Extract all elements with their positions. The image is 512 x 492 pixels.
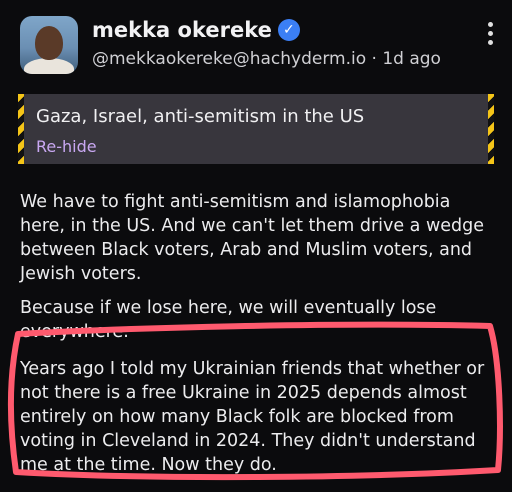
more-dot (487, 31, 493, 36)
content-warning-title: Gaza, Israel, anti-semitism in the US (36, 106, 365, 127)
post-paragraph: We have to fight anti-semitism and islam… (20, 192, 485, 284)
separator: · (371, 49, 377, 69)
author-handle[interactable]: @mekkaokereke@hachyderm.io (92, 49, 366, 69)
post-time[interactable]: 1d ago (382, 49, 441, 69)
avatar-face (35, 26, 63, 60)
rehide-button[interactable]: Re-hide (36, 137, 97, 156)
avatar-shirt (24, 58, 74, 74)
content-warning: Gaza, Israel, anti-semitism in the US Re… (18, 94, 494, 164)
author-name[interactable]: mekka okereke (92, 18, 272, 42)
warning-stripe-left (18, 94, 24, 164)
post-paragraph: Because if we lose here, we will eventua… (20, 298, 437, 342)
avatar[interactable] (20, 16, 78, 74)
author-name-row[interactable]: mekka okereke ✓ (92, 18, 300, 42)
post-paragraph: Years ago I told my Ukrainian friends th… (20, 359, 485, 475)
more-dot (487, 22, 493, 27)
author-handle-row: @mekkaokereke@hachyderm.io · 1d ago (92, 49, 441, 69)
warning-stripe-right (488, 94, 494, 164)
more-dot (487, 40, 493, 45)
verified-badge-icon: ✓ (277, 19, 300, 41)
more-vertical-icon[interactable] (486, 22, 494, 45)
